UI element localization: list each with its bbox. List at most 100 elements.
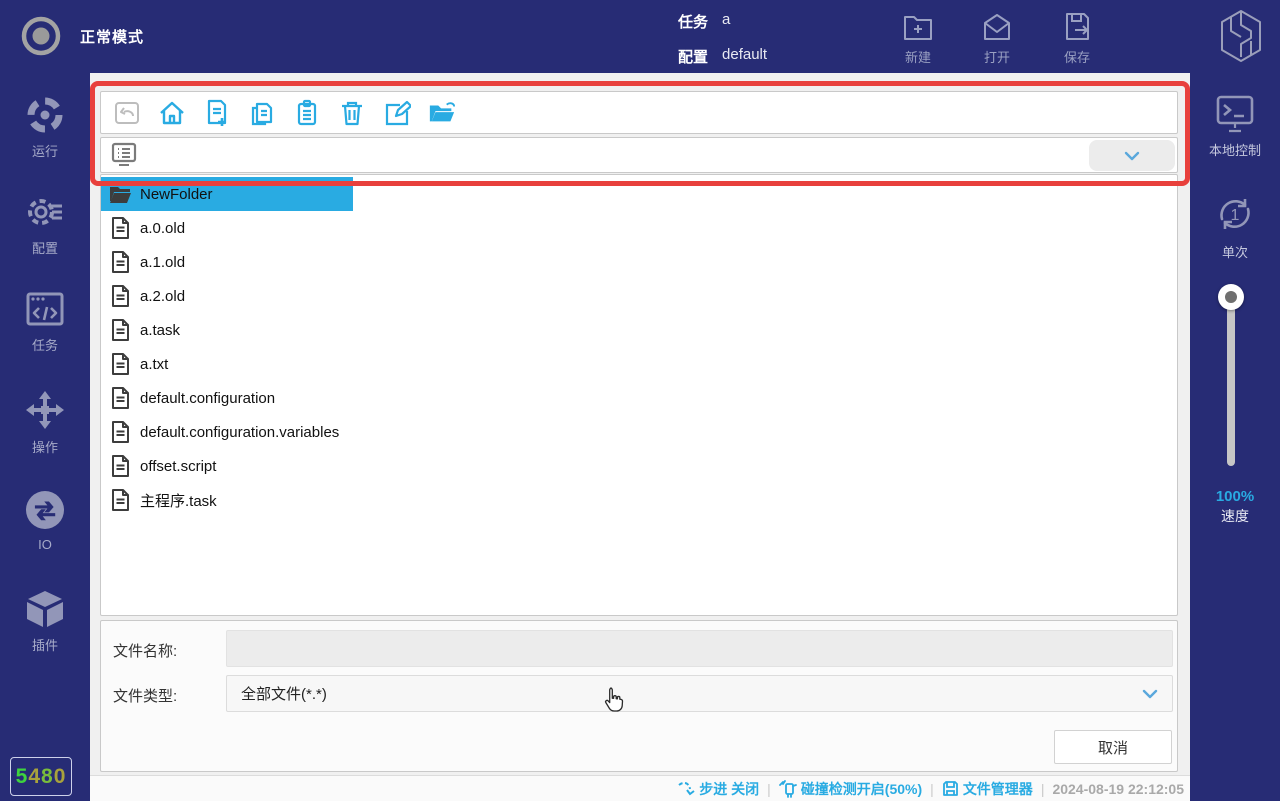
file-name: 主程序.task (140, 492, 217, 510)
speed-label: 速度 (1221, 508, 1249, 524)
file-row[interactable]: a.txt (101, 347, 353, 381)
counter-badge: 5480 (10, 757, 72, 796)
file-row[interactable]: 主程序.task (101, 483, 353, 517)
file-name: NewFolder (140, 185, 213, 203)
file-row[interactable]: a.task (101, 313, 353, 347)
file-toolbar (100, 91, 1178, 134)
step-status-text: 步进 关闭 (699, 780, 760, 797)
sidebar-item-run[interactable]: 运行 (0, 95, 90, 160)
sidebar-item-plugin[interactable]: 插件 (0, 589, 90, 654)
file-row[interactable]: default.configuration (101, 381, 353, 415)
delete-icon[interactable] (338, 99, 366, 127)
operate-arrows-icon (24, 389, 66, 431)
file-type-icon (109, 455, 131, 477)
file-name: default.configuration.variables (140, 423, 340, 441)
sidebar-item-label: 插件 (31, 638, 58, 653)
mode-indicator-icon (20, 15, 62, 57)
open-task-button[interactable]: 打开 (965, 10, 1029, 66)
sidebar-item-task[interactable]: 任务 (0, 289, 90, 354)
top-bar: 正常模式 任务 a 配置 default 新建 打开 保存 (0, 0, 1280, 73)
left-sidebar: 运行 配置 任务 操作 IO 插件 5 4 8 0 (0, 73, 90, 801)
file-type-select[interactable]: 全部文件(*.*) (226, 675, 1173, 712)
file-row[interactable]: NewFolder (101, 177, 353, 211)
file-dialog-form: 文件名称: 文件类型: 全部文件(*.*) 取消 (100, 620, 1178, 772)
collision-icon (778, 779, 797, 798)
mode-label: 正常模式 (80, 28, 145, 46)
single-cycle-icon: 1 (1212, 191, 1258, 237)
sidebar-item-label: IO (38, 537, 52, 552)
status-bar: 步进 关闭 | 碰撞检测开启(50%) | 文件管理器 | 2024-08-19… (90, 775, 1190, 801)
new-task-button[interactable]: 新建 (886, 10, 950, 66)
counter-digit: 8 (41, 764, 54, 788)
rename-icon[interactable] (383, 99, 411, 127)
cancel-button[interactable]: 取消 (1054, 730, 1172, 764)
open-envelope-icon (979, 10, 1015, 44)
file-type-label: 文件类型: (113, 688, 178, 705)
counter-digit: 4 (28, 764, 41, 788)
statusbar-separator: | (1040, 780, 1045, 797)
file-row[interactable]: default.configuration.variables (101, 415, 353, 449)
config-value: default (722, 46, 768, 63)
io-arrows-icon (24, 489, 66, 531)
new-task-label: 新建 (904, 50, 931, 65)
open-folder-icon[interactable] (428, 99, 456, 127)
task-label: 任务 (678, 14, 709, 31)
paste-icon[interactable] (293, 99, 321, 127)
sidebar-item-io[interactable]: IO (0, 489, 90, 552)
svg-text:1: 1 (1231, 207, 1240, 224)
terminal-icon (1212, 91, 1258, 135)
home-icon[interactable] (158, 99, 186, 127)
file-type-icon (109, 319, 131, 341)
file-name: offset.script (140, 457, 217, 475)
file-type-value: 全部文件(*.*) (241, 686, 327, 703)
single-cycle-label: 单次 (1221, 245, 1248, 260)
new-folder-plus-icon (900, 10, 936, 44)
save-task-button[interactable]: 保存 (1045, 10, 1109, 66)
single-cycle-button[interactable]: 1 单次 (1190, 191, 1280, 261)
file-row[interactable]: a.0.old (101, 211, 353, 245)
file-type-icon (109, 183, 131, 205)
counter-digit: 0 (53, 764, 67, 788)
right-sidebar: 本地控制 1 单次 100% 速度 (1190, 73, 1280, 801)
file-row[interactable]: a.1.old (101, 245, 353, 279)
local-control-button[interactable]: 本地控制 (1190, 91, 1280, 159)
sidebar-item-operate[interactable]: 操作 (0, 389, 90, 456)
save-task-label: 保存 (1063, 50, 1090, 65)
file-type-icon (109, 387, 131, 409)
clock-text: 2024-08-19 22:12:05 (1052, 780, 1184, 797)
back-icon (113, 99, 141, 127)
open-task-label: 打开 (983, 50, 1010, 65)
file-name: a.0.old (140, 219, 186, 237)
file-name: a.task (140, 321, 181, 339)
file-name-input[interactable] (226, 630, 1173, 667)
speed-slider-handle[interactable] (1218, 284, 1244, 310)
path-combobox[interactable] (100, 137, 1178, 173)
file-list: NewFolder a.0.old a.1.old a.2.old a.task… (100, 174, 1178, 616)
file-type-icon (109, 217, 131, 239)
robot-control-app: 正常模式 任务 a 配置 default 新建 打开 保存 运行 配置 任务 操… (0, 0, 1280, 801)
task-code-icon (24, 289, 66, 329)
file-type-icon (109, 353, 131, 375)
file-row[interactable]: offset.script (101, 449, 353, 483)
config-label: 配置 (678, 49, 709, 66)
file-name: a.2.old (140, 287, 186, 305)
file-type-icon (109, 285, 131, 307)
copy-icon[interactable] (248, 99, 276, 127)
local-control-label: 本地控制 (1208, 143, 1261, 158)
counter-digit: 5 (15, 764, 29, 788)
task-value: a (722, 11, 731, 28)
path-dropdown-button[interactable] (1089, 140, 1175, 171)
sidebar-item-label: 操作 (31, 440, 58, 455)
brand-logo-icon (1218, 8, 1264, 64)
sidebar-item-label: 配置 (31, 241, 58, 256)
plugin-cube-icon (24, 589, 66, 629)
sidebar-item-label: 运行 (31, 144, 58, 159)
file-type-icon (109, 489, 131, 511)
speed-slider-track[interactable] (1227, 291, 1235, 466)
new-file-icon[interactable] (203, 99, 231, 127)
file-name: default.configuration (140, 389, 276, 407)
statusbar-separator: | (767, 780, 771, 797)
sidebar-item-config[interactable]: 配置 (0, 192, 90, 257)
collision-status-text: 碰撞检测开启(50%) (800, 780, 923, 797)
file-row[interactable]: a.2.old (101, 279, 353, 313)
